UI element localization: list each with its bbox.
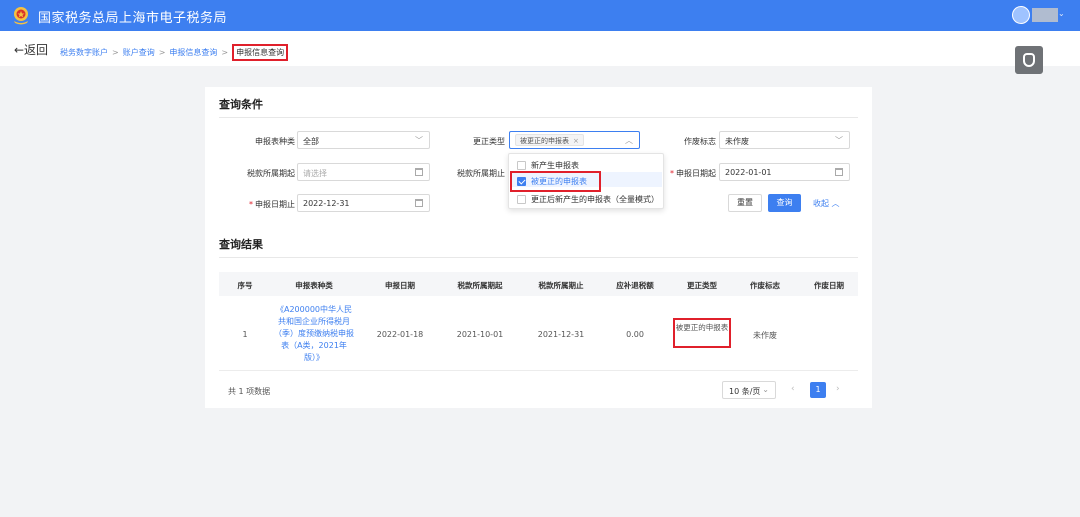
- reset-button[interactable]: 重置: [728, 194, 762, 212]
- tag-label: 被更正的申报表: [520, 137, 569, 145]
- cell-report-date: 2022-01-18: [376, 330, 424, 339]
- breadcrumb: 税务数字账户 > 账户查询 > 申报信息查询 > 申报信息查询: [60, 44, 289, 61]
- collapse-toggle[interactable]: 收起 ︿: [813, 198, 840, 209]
- correction-type-select[interactable]: 被更正的申报表 × ︿: [509, 131, 640, 149]
- report-type-select[interactable]: 全部 ﹀: [297, 131, 430, 149]
- chevron-up-icon: ︿: [625, 136, 633, 145]
- chevron-down-icon[interactable]: ⌄: [1058, 9, 1065, 18]
- option-label: 新产生申报表: [531, 161, 579, 170]
- col-correction-type: 更正类型: [687, 281, 717, 290]
- query-section-title: 查询条件: [219, 98, 263, 111]
- col-index: 序号: [237, 281, 253, 290]
- page-1-button[interactable]: 1: [810, 382, 826, 398]
- col-period-start: 税款所属期起: [457, 281, 503, 290]
- col-void-flag: 作废标志: [750, 281, 780, 290]
- cell-index: 1: [242, 330, 248, 339]
- option-new-report[interactable]: 新产生申报表: [517, 160, 579, 171]
- chevron-down-icon: ﹀: [835, 136, 843, 145]
- void-flag-label: 作废标志: [684, 137, 716, 146]
- period-start-input[interactable]: 请选择: [297, 163, 430, 181]
- correction-type-label: 更正类型: [473, 137, 505, 146]
- breadcrumb-separator: >: [158, 48, 166, 57]
- report-date-start-label: * 申报日期起: [666, 168, 716, 179]
- option-new-after-correction[interactable]: 更正后新产生的申报表（全量模式）: [517, 194, 659, 205]
- results-section-title: 查询结果: [219, 238, 263, 251]
- col-report-type: 申报表种类: [295, 281, 333, 290]
- divider: [219, 117, 858, 118]
- required-mark: *: [670, 169, 674, 178]
- breadcrumb-report-query[interactable]: 申报信息查询: [169, 47, 217, 58]
- report-date-end-label: * 申报日期止: [240, 199, 295, 210]
- app-title: 国家税务总局上海市电子税务局: [38, 11, 228, 26]
- side-tool-button[interactable]: [1015, 46, 1043, 74]
- breadcrumb-separator: >: [221, 48, 229, 57]
- cell-period-end: 2021-12-31: [537, 330, 585, 339]
- void-flag-value: 未作废: [725, 137, 749, 146]
- report-date-start-input[interactable]: 2022-01-01: [719, 163, 850, 181]
- row-divider: [219, 370, 858, 371]
- back-button[interactable]: ←返回: [14, 41, 48, 58]
- calendar-icon: [415, 168, 423, 176]
- search-button[interactable]: 查询: [768, 194, 801, 212]
- breadcrumb-separator: >: [112, 48, 119, 57]
- period-start-placeholder: 请选择: [303, 169, 327, 178]
- checkbox[interactable]: [517, 195, 526, 204]
- tag-close-icon[interactable]: ×: [573, 137, 579, 145]
- cell-tax-amount: 0.00: [626, 330, 644, 339]
- next-page-button[interactable]: ›: [836, 384, 840, 394]
- report-type-label: 申报表种类: [255, 137, 295, 146]
- cell-period-start: 2021-10-01: [456, 330, 504, 339]
- report-date-end-input[interactable]: 2022-12-31: [297, 194, 430, 212]
- calendar-icon: [415, 199, 423, 207]
- checkbox[interactable]: [517, 161, 526, 170]
- tax-emblem-icon: [14, 7, 28, 25]
- highlight-box: [510, 171, 601, 192]
- tool-icon: [1023, 53, 1035, 67]
- user-avatar-icon[interactable]: [1012, 6, 1030, 24]
- total-count: 共 1 项数据: [228, 387, 271, 396]
- report-date-start-value: 2022-01-01: [725, 168, 772, 177]
- report-date-end-value: 2022-12-31: [303, 199, 350, 208]
- chevron-down-icon: ⌄: [762, 385, 769, 394]
- col-report-date: 申报日期: [385, 281, 415, 290]
- page-size-select[interactable]: 10 条/页 ⌄: [722, 381, 776, 399]
- breadcrumb-account-query[interactable]: 账户查询: [123, 47, 155, 58]
- calendar-icon: [835, 168, 843, 176]
- col-period-end: 税款所属期止: [538, 281, 584, 290]
- required-mark: *: [249, 200, 253, 209]
- report-date-end-label-text: 申报日期止: [255, 200, 295, 209]
- breadcrumb-tax-account[interactable]: 税务数字账户: [60, 47, 108, 58]
- user-name[interactable]: [1032, 8, 1058, 22]
- cell-correction-type: 被更正的申报表: [673, 318, 731, 348]
- col-void-date: 作废日期: [814, 281, 844, 290]
- report-date-start-label-text: 申报日期起: [676, 169, 716, 178]
- page-size-value: 10 条/页: [729, 387, 761, 396]
- selected-tag: 被更正的申报表 ×: [515, 134, 584, 146]
- col-tax-amount: 应补退税额: [616, 281, 654, 290]
- cell-report-type-link[interactable]: 《A200000中华人民共和国企业所得税月（季）度预缴纳税申报表（A类，2021…: [274, 304, 354, 364]
- prev-page-button[interactable]: ‹: [791, 384, 795, 394]
- period-start-label: 税款所属期起: [247, 169, 295, 178]
- void-flag-select[interactable]: 未作废 ﹀: [719, 131, 850, 149]
- divider: [219, 257, 858, 258]
- option-label: 更正后新产生的申报表（全量模式）: [531, 195, 659, 204]
- period-end-label: 税款所属期止: [457, 169, 505, 178]
- cell-void-flag: 未作废: [753, 331, 777, 340]
- report-type-value: 全部: [303, 137, 319, 146]
- chevron-down-icon: ﹀: [415, 136, 423, 145]
- breadcrumb-current: 申报信息查询: [232, 44, 289, 61]
